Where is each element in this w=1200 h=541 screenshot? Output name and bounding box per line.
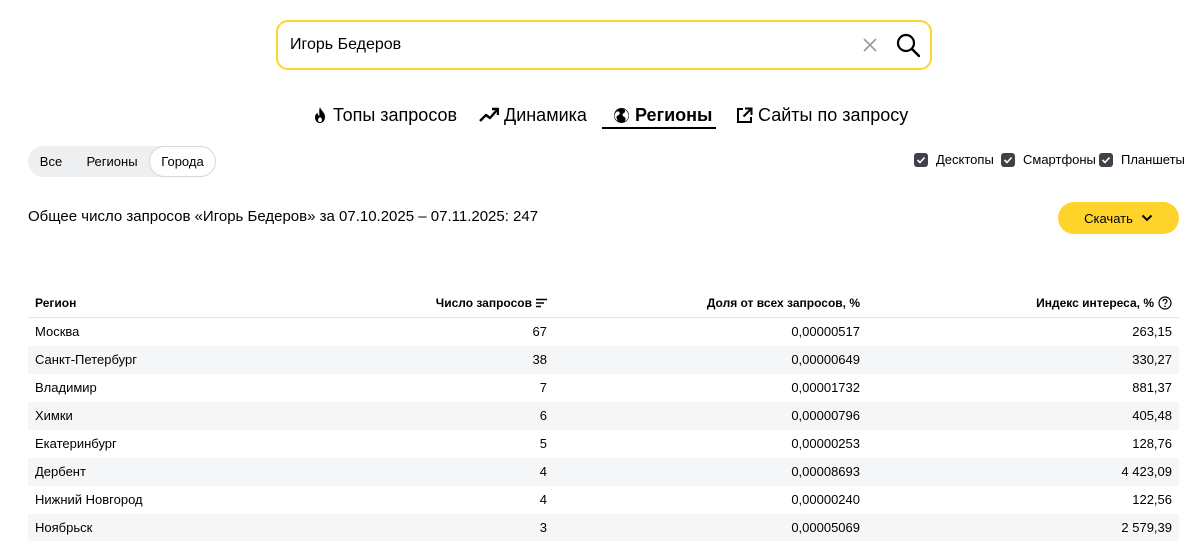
cell-share: 0,00000796 (791, 408, 860, 423)
cell-index: 2 579,39 (1121, 520, 1172, 535)
cell-count: 7 (539, 380, 547, 395)
cell-count: 6 (539, 408, 547, 423)
cell-index: 122,56 (1132, 492, 1172, 507)
clear-search-button[interactable] (860, 35, 880, 55)
cell-count: 4 (539, 492, 547, 507)
region-filter: Все Регионы Города (28, 146, 216, 177)
query-summary: Общее число запросов «Игорь Бедеров» за … (28, 208, 539, 225)
column-header-index[interactable]: Индекс интереса, % (1036, 296, 1172, 310)
cell-share: 0,00008693 (791, 464, 860, 479)
trend-icon (479, 107, 499, 122)
checkbox-checked-icon[interactable] (1001, 152, 1015, 167)
cell-region: Химки (35, 408, 73, 423)
cell-count: 67 (532, 324, 547, 339)
table-header: Регион Число запросов Доля от всех запро… (28, 288, 1179, 318)
cell-index: 4 423,09 (1121, 464, 1172, 479)
cell-index: 881,37 (1132, 380, 1172, 395)
device-smartphone[interactable]: Смартфоны (1001, 152, 1096, 167)
table-row: Нижний Новгород 4 0,00000240 122,56 (28, 486, 1179, 514)
close-icon (863, 38, 877, 52)
cell-count: 38 (532, 352, 547, 367)
tab-sites[interactable]: Сайты по запросу (736, 100, 908, 130)
column-header-region[interactable]: Регион (35, 296, 76, 310)
tab-label: Регионы (635, 104, 713, 125)
device-label: Десктопы (936, 152, 994, 167)
cell-share: 0,00005069 (791, 520, 860, 535)
cell-region: Москва (35, 324, 80, 339)
help-icon[interactable] (1158, 296, 1172, 310)
table-row: Владимир 7 0,00001732 881,37 (28, 374, 1179, 402)
tab-label: Сайты по запросу (758, 104, 909, 125)
cell-region: Владимир (35, 380, 97, 395)
cell-share: 0,00000253 (791, 436, 860, 451)
table-row: Екатеринбург 5 0,00000253 128,76 (28, 430, 1179, 458)
cell-region: Екатеринбург (35, 436, 117, 451)
checkbox-checked-icon[interactable] (914, 152, 928, 167)
cell-index: 128,76 (1132, 436, 1172, 451)
active-tab-indicator (602, 127, 716, 129)
tabs-bar: Топы запросов Динамика Регионы Сайты по … (0, 100, 1200, 132)
table-row: Ноябрьск 3 0,00005069 2 579,39 (28, 514, 1179, 541)
table-row: Москва 67 0,00000517 263,15 (28, 318, 1179, 346)
tab-label: Топы запросов (333, 104, 458, 125)
download-label: Скачать (1084, 210, 1133, 226)
device-desktop[interactable]: Десктопы (914, 152, 994, 167)
search-button[interactable] (895, 32, 921, 58)
fire-icon (315, 107, 325, 123)
device-label: Смартфоны (1023, 152, 1096, 167)
chevron-down-icon (1141, 214, 1153, 222)
checkbox-checked-icon[interactable] (1099, 152, 1113, 167)
search-box[interactable]: Игорь Бедеров (276, 20, 932, 70)
cell-region: Дербент (35, 464, 86, 479)
search-icon (896, 33, 921, 58)
cell-count: 4 (539, 464, 547, 479)
tab-regions[interactable]: Регионы (613, 100, 712, 130)
tab-top-queries[interactable]: Топы запросов (312, 100, 457, 130)
table-row: Дербент 4 0,00008693 4 423,09 (28, 458, 1179, 486)
device-label: Планшеты (1121, 152, 1185, 167)
download-button[interactable]: Скачать (1058, 202, 1179, 234)
tab-dynamics[interactable]: Динамика (479, 100, 587, 130)
cell-index: 405,48 (1132, 408, 1172, 423)
cell-share: 0,00000649 (791, 352, 860, 367)
filter-all[interactable]: Все (34, 146, 68, 177)
tab-label: Динамика (504, 104, 587, 125)
device-tablet[interactable]: Планшеты (1099, 152, 1185, 167)
cell-share: 0,00001732 (791, 380, 860, 395)
cell-index: 330,27 (1132, 352, 1172, 367)
cell-index: 263,15 (1132, 324, 1172, 339)
cell-region: Санкт-Петербург (35, 352, 137, 367)
device-filters: Десктопы Смартфоны Планшеты (914, 152, 1185, 170)
table-row: Химки 6 0,00000796 405,48 (28, 402, 1179, 430)
search-input[interactable]: Игорь Бедеров (290, 22, 401, 68)
globe-icon (614, 107, 629, 123)
cell-count: 5 (539, 436, 547, 451)
cell-count: 3 (539, 520, 547, 535)
filter-cities[interactable]: Города (149, 146, 216, 177)
table-row: Санкт-Петербург 38 0,00000649 330,27 (28, 346, 1179, 374)
cell-share: 0,00000240 (791, 492, 860, 507)
sort-icon (536, 298, 547, 308)
cell-region: Нижний Новгород (35, 492, 143, 507)
regions-table: Регион Число запросов Доля от всех запро… (28, 288, 1179, 541)
cell-region: Ноябрьск (35, 520, 93, 535)
cell-share: 0,00000517 (791, 324, 860, 339)
column-header-share[interactable]: Доля от всех запросов, % (707, 296, 860, 310)
column-header-count[interactable]: Число запросов (436, 296, 547, 310)
external-link-icon (737, 107, 753, 123)
filter-regions[interactable]: Регионы (80, 146, 144, 177)
